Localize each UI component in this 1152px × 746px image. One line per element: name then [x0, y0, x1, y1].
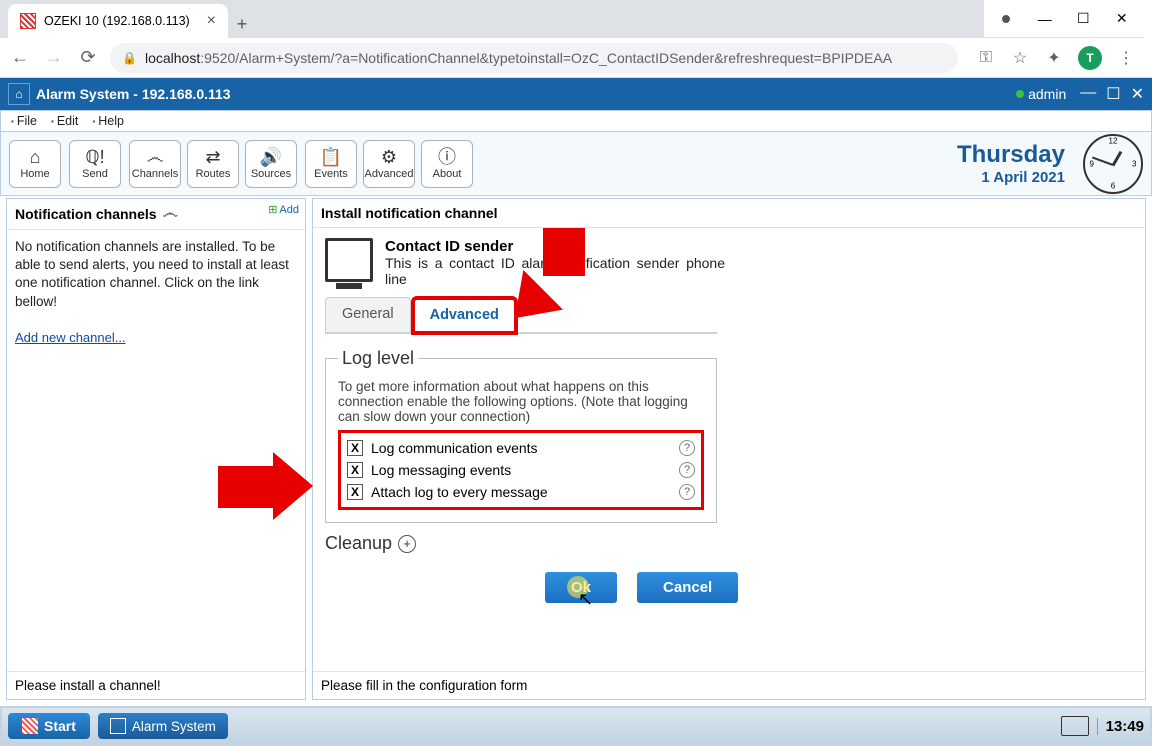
left-body-text: No notification channels are installed. … — [15, 238, 297, 311]
app-maximize-button[interactable]: ☐ — [1106, 84, 1120, 104]
window-maximize-button[interactable]: ☐ — [1071, 7, 1096, 31]
log-checks-highlight: X Log communication events ? X Log messa… — [338, 430, 704, 510]
events-icon: 📋 — [320, 148, 342, 166]
checkbox-icon[interactable]: X — [347, 440, 363, 456]
checkbox-icon[interactable]: X — [347, 462, 363, 478]
user-status-dot — [1016, 90, 1024, 98]
window-incognito-icon — [994, 7, 1019, 31]
help-icon[interactable]: ? — [679, 462, 695, 478]
start-icon — [22, 718, 38, 734]
tool-sources-button[interactable]: 🔊Sources — [245, 140, 297, 188]
kebab-menu-icon[interactable]: ⋮ — [1116, 48, 1136, 68]
app-icon — [110, 718, 126, 734]
routes-icon: ⇄ — [205, 148, 220, 166]
star-icon[interactable]: ☆ — [1010, 48, 1030, 68]
right-panel: Install notification channel Contact ID … — [312, 198, 1146, 700]
computer-icon — [325, 238, 373, 282]
date-label: 1 April 2021 — [957, 169, 1065, 186]
main-area: Notification channels ෴ Add No notificat… — [6, 198, 1146, 700]
dialog-buttons: Ok ↖ Cancel — [545, 572, 1133, 603]
app-title: Alarm System - 192.168.0.113 — [36, 86, 231, 102]
nav-back-button[interactable]: ← — [8, 47, 32, 68]
tool-events-button[interactable]: 📋Events — [305, 140, 357, 188]
sources-icon: 🔊 — [260, 148, 282, 166]
right-panel-header: Install notification channel — [313, 199, 1145, 228]
left-panel: Notification channels ෴ Add No notificat… — [6, 198, 306, 700]
lock-icon: 🔒 — [122, 51, 137, 65]
nav-reload-button[interactable]: ⟳ — [76, 47, 100, 68]
checkbox-icon[interactable]: X — [347, 484, 363, 500]
address-bar[interactable]: 🔒 localhost:9520/Alarm+System/?a=Notific… — [110, 43, 958, 73]
app-minimize-button[interactable]: — — [1080, 84, 1096, 104]
window-close-button[interactable]: ✕ — [1110, 7, 1135, 31]
home-icon: ⌂ — [30, 148, 41, 166]
window-minimize-button[interactable]: — — [1033, 7, 1058, 31]
browser-toolbar: ← → ⟳ 🔒 localhost:9520/Alarm+System/?a=N… — [0, 38, 1152, 78]
tool-about-button[interactable]: ⓘAbout — [421, 140, 473, 188]
menu-bar: File Edit Help — [0, 110, 1152, 132]
sender-header: Contact ID sender This is a contact ID a… — [325, 238, 1133, 287]
app-title-bar: ⌂ Alarm System - 192.168.0.113 admin — ☐… — [0, 78, 1152, 110]
browser-action-icons: ⚿ ☆ ✦ T ⋮ — [968, 46, 1144, 70]
cancel-button[interactable]: Cancel — [637, 572, 738, 603]
info-icon: ⓘ — [438, 148, 456, 166]
taskbar: Start Alarm System 13:49 — [0, 706, 1152, 746]
ok-button[interactable]: Ok — [545, 572, 617, 603]
plus-icon[interactable]: + — [398, 535, 416, 553]
check-messaging[interactable]: X Log messaging events ? — [347, 459, 695, 481]
system-tray: 13:49 — [1061, 716, 1144, 736]
task-alarm-system[interactable]: Alarm System — [98, 713, 228, 739]
analog-clock: 12 3 6 9 — [1083, 134, 1143, 194]
profile-avatar[interactable]: T — [1078, 46, 1102, 70]
add-link-top[interactable]: Add — [268, 203, 299, 216]
cleanup-section[interactable]: Cleanup + — [325, 533, 1133, 554]
send-icon: ℚ! — [85, 148, 104, 166]
tool-routes-button[interactable]: ⇄Routes — [187, 140, 239, 188]
extensions-icon[interactable]: ✦ — [1044, 48, 1064, 68]
tab-general[interactable]: General — [325, 297, 411, 332]
add-new-channel-link[interactable]: Add new channel... — [15, 330, 126, 345]
channels-icon: ෴ — [146, 148, 163, 166]
start-button[interactable]: Start — [8, 713, 90, 739]
gear-icon: ⚙ — [381, 148, 397, 166]
right-footer: Please fill in the configuration form — [313, 671, 1145, 699]
log-note: To get more information about what happe… — [338, 379, 704, 424]
log-level-fieldset: Log level To get more information about … — [325, 348, 717, 523]
tray-clock: 13:49 — [1097, 718, 1144, 735]
left-footer: Please install a channel! — [7, 671, 305, 699]
app-icon: ⌂ — [8, 83, 30, 105]
check-attach-log[interactable]: X Attach log to every message ? — [347, 481, 695, 503]
key-icon[interactable]: ⚿ — [976, 48, 996, 68]
tool-send-button[interactable]: ℚ!Send — [69, 140, 121, 188]
app-user[interactable]: admin — [1028, 86, 1066, 102]
weekday-label: Thursday — [957, 141, 1065, 169]
left-panel-header: Notification channels ෴ — [7, 199, 305, 230]
toolbar: ⌂Home ℚ!Send ෴Channels ⇄Routes 🔊Sources … — [0, 132, 1152, 196]
url-path: :9520/Alarm+System/?a=NotificationChanne… — [200, 50, 892, 66]
date-block: Thursday 1 April 2021 — [957, 141, 1071, 186]
tool-home-button[interactable]: ⌂Home — [9, 140, 61, 188]
menu-file[interactable]: File — [5, 114, 43, 128]
tool-channels-button[interactable]: ෴Channels — [129, 140, 181, 188]
help-icon[interactable]: ? — [679, 440, 695, 456]
nav-forward-button[interactable]: → — [42, 47, 66, 68]
bell-icon: ෴ — [163, 205, 178, 223]
help-icon[interactable]: ? — [679, 484, 695, 500]
url-host: localhost — [145, 50, 200, 66]
menu-help[interactable]: Help — [86, 114, 130, 128]
check-communication[interactable]: X Log communication events ? — [347, 437, 695, 459]
menu-edit[interactable]: Edit — [45, 114, 84, 128]
tool-advanced-button[interactable]: ⚙Advanced — [363, 140, 415, 188]
app-close-button[interactable]: ✕ — [1131, 84, 1144, 104]
keyboard-icon[interactable] — [1061, 716, 1089, 736]
log-legend: Log level — [338, 348, 418, 369]
window-chrome: — ☐ ✕ — [0, 0, 1152, 38]
